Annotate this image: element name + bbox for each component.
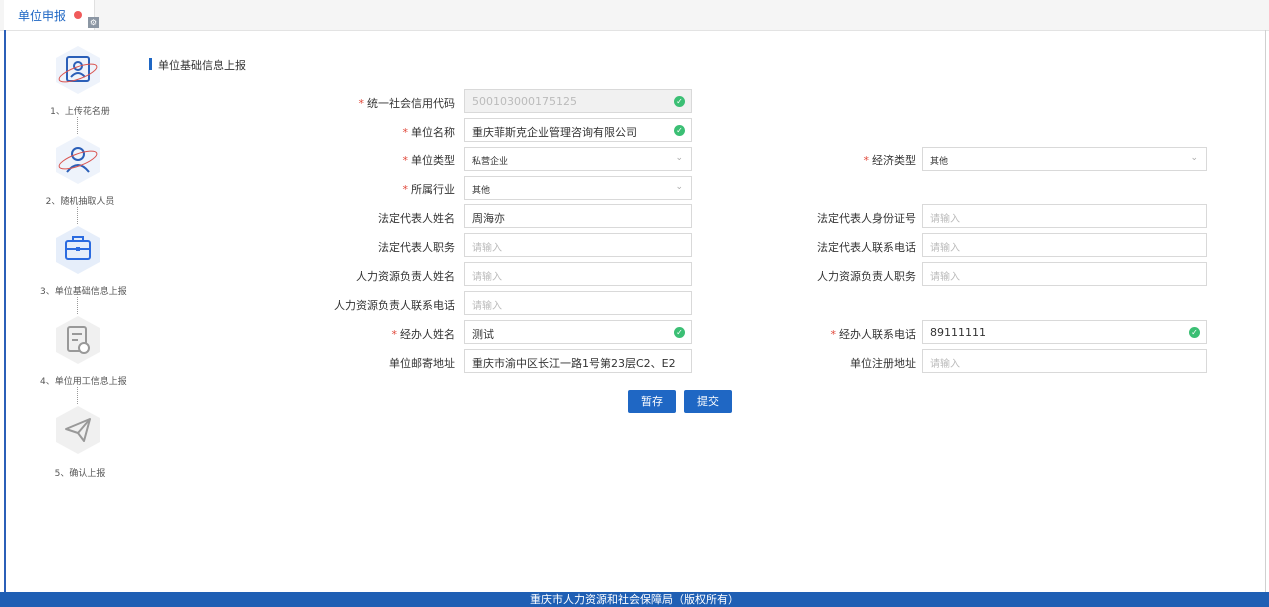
legal-rep-id-label: 法定代表人身份证号 [817,212,916,225]
legal-rep-post-input[interactable]: 请输入 [464,233,692,257]
chevron-down-icon: ⌄ [1190,153,1198,163]
legal-rep-name-input[interactable]: 周海亦 [464,204,692,228]
mail-address-label: 单位邮寄地址 [389,357,455,370]
frame-left-border [4,30,6,592]
economy-type-select[interactable]: 其他 ⌄ [922,147,1207,171]
step-1-label: 1、上传花名册 [50,107,110,117]
unit-type-label: * 单位类型 [402,154,456,167]
credit-code-input[interactable]: 500103000175125 ✓ [464,89,692,113]
hr-post-input[interactable]: 请输入 [922,262,1207,286]
industry-label: * 所属行业 [402,183,456,196]
hr-name-input[interactable]: 请输入 [464,262,692,286]
reg-address-input[interactable]: 请输入 [922,349,1207,373]
hr-phone-input[interactable]: 请输入 [464,291,692,315]
step-connector [77,207,78,224]
close-icon[interactable] [74,11,82,19]
gear-icon[interactable]: ⚙ [88,17,99,28]
section-accent-bar [149,58,152,70]
document-icon [56,316,100,364]
legal-rep-phone-input[interactable]: 请输入 [922,233,1207,257]
industry-select[interactable]: 其他 ⌄ [464,176,692,200]
tab-label: 单位申报 [18,9,67,23]
step-4-label: 4、单位用工信息上报 [40,377,127,387]
footer-copyright: 重庆市人力资源和社会保障局（版权所有） [0,592,1269,607]
step-connector [77,297,78,314]
handler-phone-label: * 经办人联系电话 [830,328,917,341]
step-5-label: 5、确认上报 [54,469,106,479]
check-circle-icon: ✓ [674,96,685,107]
hr-name-label: 人力资源负责人姓名 [356,270,455,283]
random-person-icon [56,136,100,184]
check-circle-icon: ✓ [1189,327,1200,338]
roster-upload-icon [56,46,100,94]
briefcase-icon [56,226,100,274]
section-title: 单位基础信息上报 [158,59,246,72]
step-2-label: 2、随机抽取人员 [45,197,115,207]
unit-type-select[interactable]: 私营企业 ⌄ [464,147,692,171]
chevron-down-icon: ⌄ [675,182,683,192]
step-3-label: 3、单位基础信息上报 [40,287,127,297]
tab-bar: 单位申报 ⚙ [0,0,1269,31]
unit-name-input[interactable]: 重庆菲斯克企业管理咨询有限公司 ✓ [464,118,692,142]
tab-unit-declaration[interactable]: 单位申报 ⚙ [4,0,99,30]
credit-code-label: * 统一社会信用代码 [358,97,456,110]
hr-post-label: 人力资源负责人职务 [817,270,916,283]
handler-name-input[interactable]: 测试 ✓ [464,320,692,344]
handler-phone-input[interactable]: 89111111 ✓ [922,320,1207,344]
frame-right-border [1265,30,1266,592]
unit-name-label: * 单位名称 [402,126,456,139]
hr-phone-label: 人力资源负责人联系电话 [334,299,455,312]
check-circle-icon: ✓ [674,125,685,136]
paper-plane-icon [56,406,100,454]
reg-address-label: 单位注册地址 [850,357,916,370]
legal-rep-id-input[interactable]: 请输入 [922,204,1207,228]
economy-type-label: * 经济类型 [863,154,917,167]
submit-button[interactable]: 提交 [684,390,732,413]
step-connector [77,387,78,404]
handler-name-label: * 经办人姓名 [391,328,456,341]
legal-rep-phone-label: 法定代表人联系电话 [817,241,916,254]
step-connector [77,117,78,134]
legal-rep-name-label: 法定代表人姓名 [378,212,455,225]
legal-rep-post-label: 法定代表人职务 [378,241,455,254]
save-draft-button[interactable]: 暂存 [628,390,676,413]
mail-address-input[interactable]: 重庆市渝中区长江一路1号第23层C2、E2 [464,349,692,373]
